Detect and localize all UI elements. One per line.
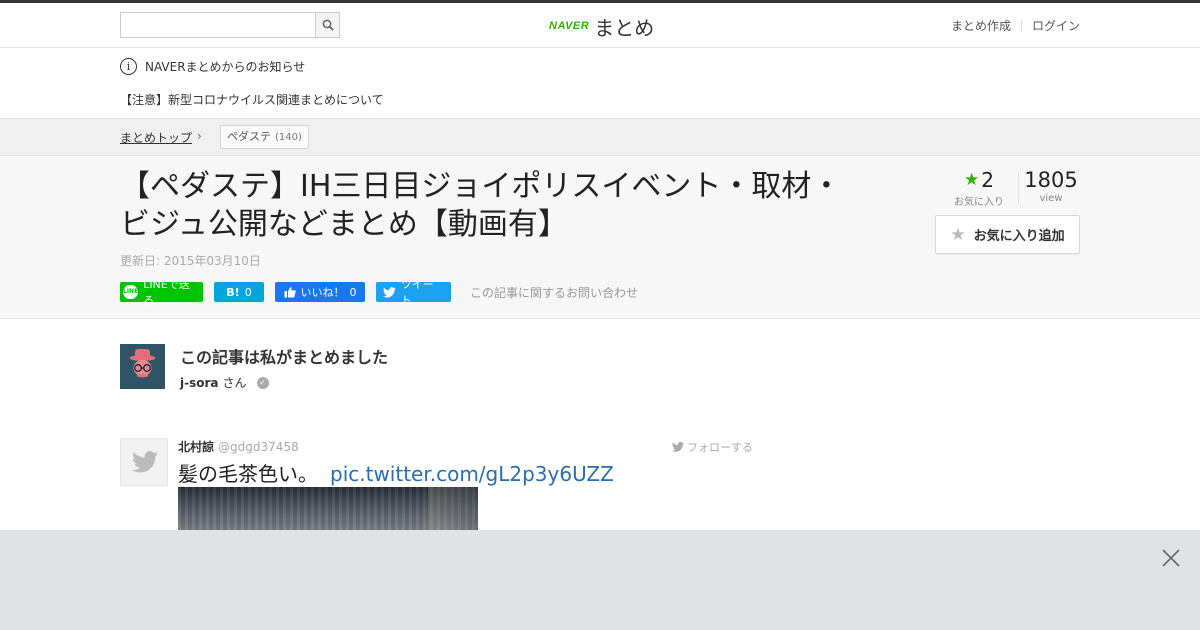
bottom-ad-banner bbox=[0, 530, 1200, 630]
hatena-bookmark-button[interactable]: B! 0 bbox=[214, 282, 264, 302]
twitter-bird-icon bbox=[672, 442, 684, 452]
star-outline-icon: ★ bbox=[950, 224, 966, 245]
article-title: 【ペダステ】IH三日目ジョイポリスイベント・取材・ビジュ公開などまとめ【動画有】 bbox=[120, 169, 842, 242]
header-links: まとめ作成 ログイン bbox=[951, 17, 1080, 34]
facebook-like-icon bbox=[284, 287, 296, 298]
breadcrumb: まとめトップ › ペダステ (140) bbox=[0, 118, 1200, 156]
views-label: view bbox=[1039, 193, 1063, 204]
author-avatar-illustration bbox=[120, 344, 165, 389]
notice-item-link[interactable]: 【注意】新型コロナウイルス関連まとめについて bbox=[120, 91, 384, 108]
facebook-like-button[interactable]: いいね！ 0 bbox=[275, 282, 365, 302]
updated-date: 更新日: 2015年03月10日 bbox=[120, 254, 261, 268]
tweet-button[interactable]: ツイート bbox=[376, 278, 451, 307]
tweet-author-handle[interactable]: @gdgd37458 bbox=[218, 440, 299, 454]
site-header: NAVER まとめ まとめ作成 ログイン bbox=[0, 3, 1200, 48]
facebook-like-label: いいね！ bbox=[300, 286, 345, 299]
add-favorite-label: お気に入り追加 bbox=[973, 229, 1065, 244]
tweet-avatar[interactable] bbox=[120, 438, 168, 486]
line-share-label: LINEで送る bbox=[143, 278, 190, 307]
notice-title-text: NAVERまとめからのお知らせ bbox=[145, 60, 306, 74]
twitter-bird-icon bbox=[132, 451, 158, 473]
favorites-label: お気に入り bbox=[954, 197, 1004, 208]
search-input[interactable] bbox=[121, 13, 316, 37]
search-button[interactable] bbox=[315, 13, 339, 37]
hatena-count: 0 bbox=[244, 285, 252, 299]
line-icon: LINE bbox=[123, 285, 139, 299]
avatar[interactable] bbox=[120, 344, 165, 389]
line-share-button[interactable]: LINE LINEで送る bbox=[120, 278, 203, 307]
star-icon: ★ bbox=[964, 170, 980, 190]
add-favorite-button[interactable]: ★ お気に入り追加 bbox=[935, 215, 1080, 254]
notice-section: i NAVERまとめからのお知らせ 【注意】新型コロナウイルス関連まとめについて bbox=[0, 49, 1200, 118]
create-matome-link[interactable]: まとめ作成 bbox=[951, 17, 1011, 34]
favorites-stat: ★ 2 お気に入り bbox=[940, 168, 1018, 208]
tweet-author: 北村諒 @gdgd37458 bbox=[178, 438, 299, 455]
login-link[interactable]: ログイン bbox=[1032, 17, 1080, 34]
tweet-text: 髪の毛茶色い。 pic.twitter.com/gL2p3y6UZZ bbox=[178, 458, 614, 487]
search-icon bbox=[322, 19, 334, 31]
twitter-bird-icon bbox=[383, 286, 396, 298]
chevron-right-icon: › bbox=[197, 129, 202, 143]
favorites-count: 2 bbox=[981, 168, 994, 192]
views-count: 1805 bbox=[1024, 168, 1078, 192]
share-bar: LINE LINEで送る B! 0 いいね！ 0 ツイート この記事に関するお問… bbox=[120, 278, 638, 307]
site-logo[interactable]: NAVER まとめ bbox=[549, 13, 655, 40]
follow-button[interactable]: フォローする bbox=[672, 439, 753, 455]
info-icon: i bbox=[120, 58, 137, 75]
tag-count: (140) bbox=[275, 132, 302, 143]
tweet-media-link[interactable]: pic.twitter.com/gL2p3y6UZZ bbox=[330, 462, 614, 486]
hatena-label: B! bbox=[226, 285, 240, 299]
close-icon[interactable] bbox=[1160, 547, 1182, 569]
tweet-label: ツイート bbox=[400, 278, 434, 307]
facebook-like-count: 0 bbox=[349, 285, 357, 299]
verified-check-icon: ✓ bbox=[256, 376, 269, 389]
article-stats: ★ 2 お気に入り 1805 view bbox=[940, 168, 1080, 208]
author-heading: この記事は私がまとめました bbox=[180, 348, 389, 367]
breadcrumb-tag[interactable]: ペダステ (140) bbox=[220, 125, 309, 149]
breadcrumb-home-link[interactable]: まとめトップ bbox=[120, 129, 192, 146]
tweet-author-name[interactable]: 北村諒 bbox=[178, 440, 214, 454]
author-name-link[interactable]: j-sora bbox=[180, 376, 219, 390]
logo-service: まとめ bbox=[594, 15, 655, 40]
header-divider bbox=[1020, 19, 1022, 32]
tag-label: ペダステ bbox=[227, 130, 271, 143]
contact-link[interactable]: この記事に関するお問い合わせ bbox=[470, 284, 638, 301]
notice-title: i NAVERまとめからのお知らせ bbox=[120, 58, 305, 75]
follow-label: フォローする bbox=[687, 441, 753, 454]
views-stat: 1805 view bbox=[1022, 168, 1080, 204]
article-header: 【ペダステ】IH三日目ジョイポリスイベント・取材・ビジュ公開などまとめ【動画有】… bbox=[0, 156, 1200, 319]
author-name: j-sora さん ✓ bbox=[180, 374, 269, 391]
author-suffix: さん bbox=[222, 376, 247, 390]
search-box bbox=[120, 12, 340, 38]
tweet-body: 髪の毛茶色い。 bbox=[178, 462, 318, 486]
stats-divider bbox=[1018, 172, 1019, 204]
logo-brand: NAVER bbox=[549, 20, 590, 32]
